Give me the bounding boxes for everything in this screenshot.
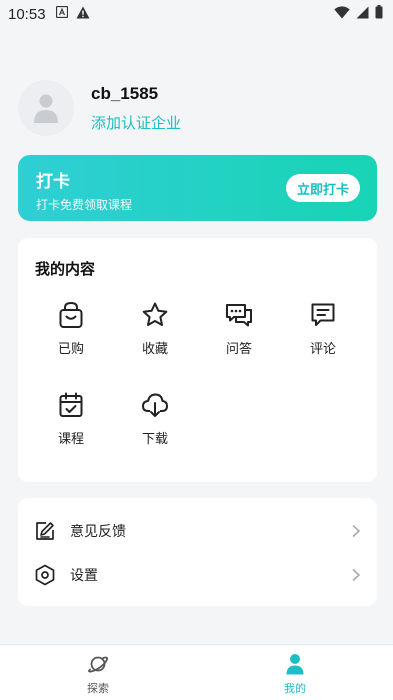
feedback-icon <box>36 522 54 540</box>
qa-item[interactable]: 问答 <box>204 300 274 364</box>
downloads-item[interactable]: 下载 <box>120 390 190 454</box>
nav-explore[interactable]: 探索 <box>68 653 128 696</box>
favorites-item[interactable]: 收藏 <box>120 300 190 364</box>
star-icon <box>142 302 168 326</box>
checkin-banner[interactable]: 打卡 打卡免费领取课程 立即打卡 <box>18 155 377 221</box>
courses-item[interactable]: 课程 <box>36 390 106 454</box>
calendar-icon <box>59 392 83 417</box>
nav-mine[interactable]: 我的 <box>265 653 325 696</box>
chevron-right-icon <box>352 524 361 538</box>
nav-explore-label: 探索 <box>87 682 109 695</box>
wifi-icon <box>334 5 350 23</box>
text-badge-icon <box>55 5 68 22</box>
chat-bubbles-icon <box>226 304 252 327</box>
shopping-bag-icon <box>59 301 83 328</box>
checkin-button[interactable]: 立即打卡 <box>286 174 360 202</box>
favorites-label: 收藏 <box>141 342 168 357</box>
status-time: 10:53 <box>8 5 46 23</box>
settings-card: 意见反馈 设置 <box>18 498 377 606</box>
purchased-item[interactable]: 已购 <box>36 300 106 364</box>
courses-label: 课程 <box>57 432 84 447</box>
chevron-right-icon <box>352 568 361 582</box>
add-certification-link[interactable]: 添加认证企业 <box>91 112 181 133</box>
default-avatar-icon <box>34 94 58 123</box>
qa-label: 问答 <box>225 342 252 357</box>
feedback-row[interactable]: 意见反馈 <box>18 509 377 553</box>
comments-item[interactable]: 评论 <box>288 300 358 364</box>
comment-icon <box>311 303 335 326</box>
planet-icon <box>88 656 109 673</box>
downloads-label: 下载 <box>141 432 168 447</box>
hexagon-settings-icon <box>35 564 55 586</box>
warning-icon <box>76 6 90 23</box>
purchased-label: 已购 <box>57 342 84 357</box>
feedback-label: 意见反馈 <box>70 524 126 540</box>
comments-label: 评论 <box>309 342 336 357</box>
profile-header[interactable]: cb_1585 添加认证企业 <box>18 76 378 140</box>
my-content-title: 我的内容 <box>35 260 96 278</box>
avatar[interactable] <box>18 80 74 136</box>
status-bar: 10:53 <box>0 0 393 28</box>
settings-label: 设置 <box>70 568 98 584</box>
signal-icon <box>356 6 369 23</box>
settings-row[interactable]: 设置 <box>18 553 377 597</box>
battery-icon <box>375 5 383 23</box>
nav-mine-label: 我的 <box>284 682 306 695</box>
person-icon <box>286 654 304 675</box>
cloud-download-icon <box>142 393 168 417</box>
username: cb_1585 <box>91 83 159 103</box>
my-content-card: 我的内容 已购 收藏 问答 评论 课程 下载 <box>18 238 377 482</box>
bottom-nav: 探索 我的 <box>0 644 393 700</box>
